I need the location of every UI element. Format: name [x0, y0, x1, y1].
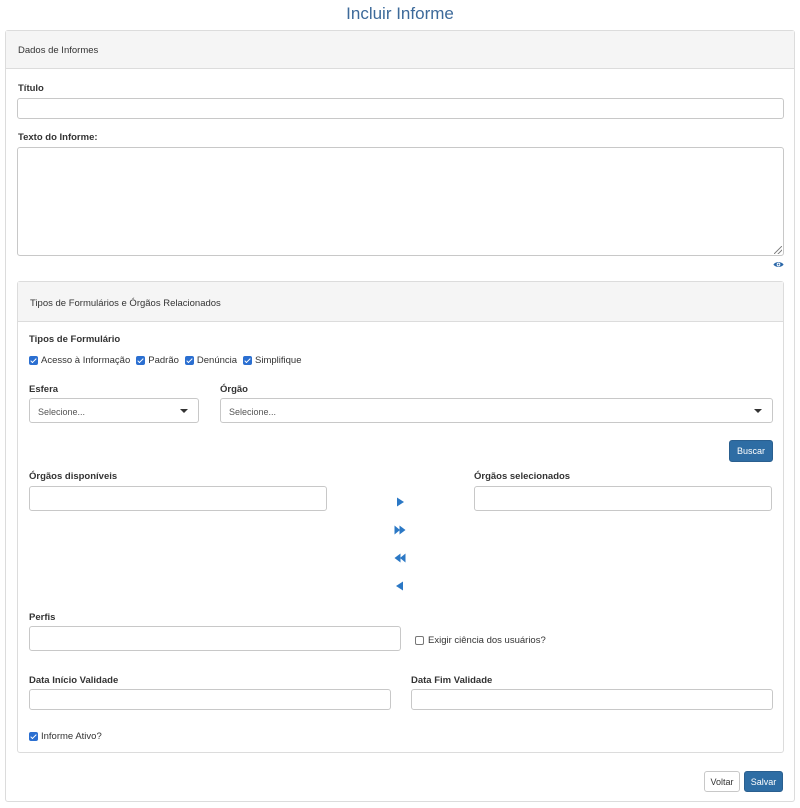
orgaos-disponiveis-label: Órgãos disponíveis [29, 471, 118, 482]
eye-icon[interactable] [773, 260, 784, 269]
checkbox-checked-icon[interactable] [136, 356, 146, 365]
checkbox-unchecked-icon[interactable] [415, 636, 424, 645]
orgaos-selecionados-label: Órgãos selecionados [474, 471, 571, 482]
texto-label: Texto do Informe: [18, 132, 98, 143]
dados-informes-header-text: Dados de Informes [18, 45, 99, 56]
option-label: Simplifique [255, 355, 302, 366]
tipos-panel: Tipos de Formulários e Órgãos Relacionad… [17, 281, 784, 753]
resize-grip-icon[interactable] [774, 246, 782, 254]
checkbox-checked-icon[interactable] [243, 356, 253, 365]
orgaos-disponiveis-list[interactable] [29, 486, 327, 511]
perfis-label: Perfis [29, 612, 56, 623]
buscar-button[interactable]: Buscar [729, 440, 773, 462]
informe-ativo-option[interactable]: Informe Ativo? [29, 731, 102, 742]
caret-down-icon [754, 409, 762, 413]
checkbox-checked-icon[interactable] [29, 356, 38, 365]
dados-informes-header: Dados de Informes [6, 31, 794, 69]
data-inicio-label: Data Início Validade [29, 675, 119, 686]
option-denuncia[interactable]: Denúncia [184, 355, 238, 366]
orgao-select[interactable]: Selecione... [220, 398, 773, 423]
option-padrao[interactable]: Padrão [136, 355, 179, 366]
checkbox-checked-icon[interactable] [29, 732, 38, 741]
texto-textarea[interactable] [17, 147, 784, 256]
arrow-left-icon[interactable] [394, 581, 406, 591]
esfera-select[interactable]: Selecione... [29, 398, 199, 423]
tipos-header-text: Tipos de Formulários e Órgãos Relacionad… [30, 298, 221, 309]
option-label: Denúncia [196, 355, 238, 366]
option-simplifique[interactable]: Simplifique [243, 355, 302, 366]
data-inicio-input[interactable] [29, 689, 391, 710]
salvar-button[interactable]: Salvar [744, 771, 783, 792]
caret-down-icon [180, 409, 188, 413]
orgao-label: Órgão [220, 384, 248, 395]
tipos-formulario-label: Tipos de Formulário [29, 334, 121, 345]
orgaos-selecionados-list[interactable] [474, 486, 772, 511]
checkbox-checked-icon[interactable] [184, 356, 194, 365]
page-title: Incluir Informe [346, 4, 454, 23]
option-label: Acesso à Informação [41, 355, 131, 366]
voltar-button[interactable]: Voltar [704, 771, 740, 792]
esfera-label: Esfera [29, 384, 59, 395]
perfis-input[interactable] [29, 626, 401, 651]
tipos-formulario-options: Acesso à Informação Padrão Denúncia Simp… [29, 355, 308, 366]
option-acesso[interactable]: Acesso à Informação [29, 355, 130, 366]
titulo-label: Título [18, 83, 44, 94]
data-fim-label: Data Fim Validade [411, 675, 493, 686]
double-arrow-left-icon[interactable] [394, 553, 406, 563]
arrow-right-icon[interactable] [394, 497, 406, 507]
informe-ativo-label: Informe Ativo? [41, 731, 102, 742]
double-arrow-right-icon[interactable] [394, 525, 406, 535]
tipos-header: Tipos de Formulários e Órgãos Relacionad… [18, 282, 783, 322]
orgao-placeholder: Selecione... [229, 407, 277, 417]
esfera-placeholder: Selecione... [38, 407, 86, 417]
titulo-input[interactable] [17, 98, 784, 119]
option-label: Padrão [148, 355, 179, 366]
data-fim-input[interactable] [411, 689, 773, 710]
exigir-ciencia-label: Exigir ciência dos usuários? [428, 635, 546, 646]
exigir-ciencia-option[interactable]: Exigir ciência dos usuários? [415, 635, 546, 646]
